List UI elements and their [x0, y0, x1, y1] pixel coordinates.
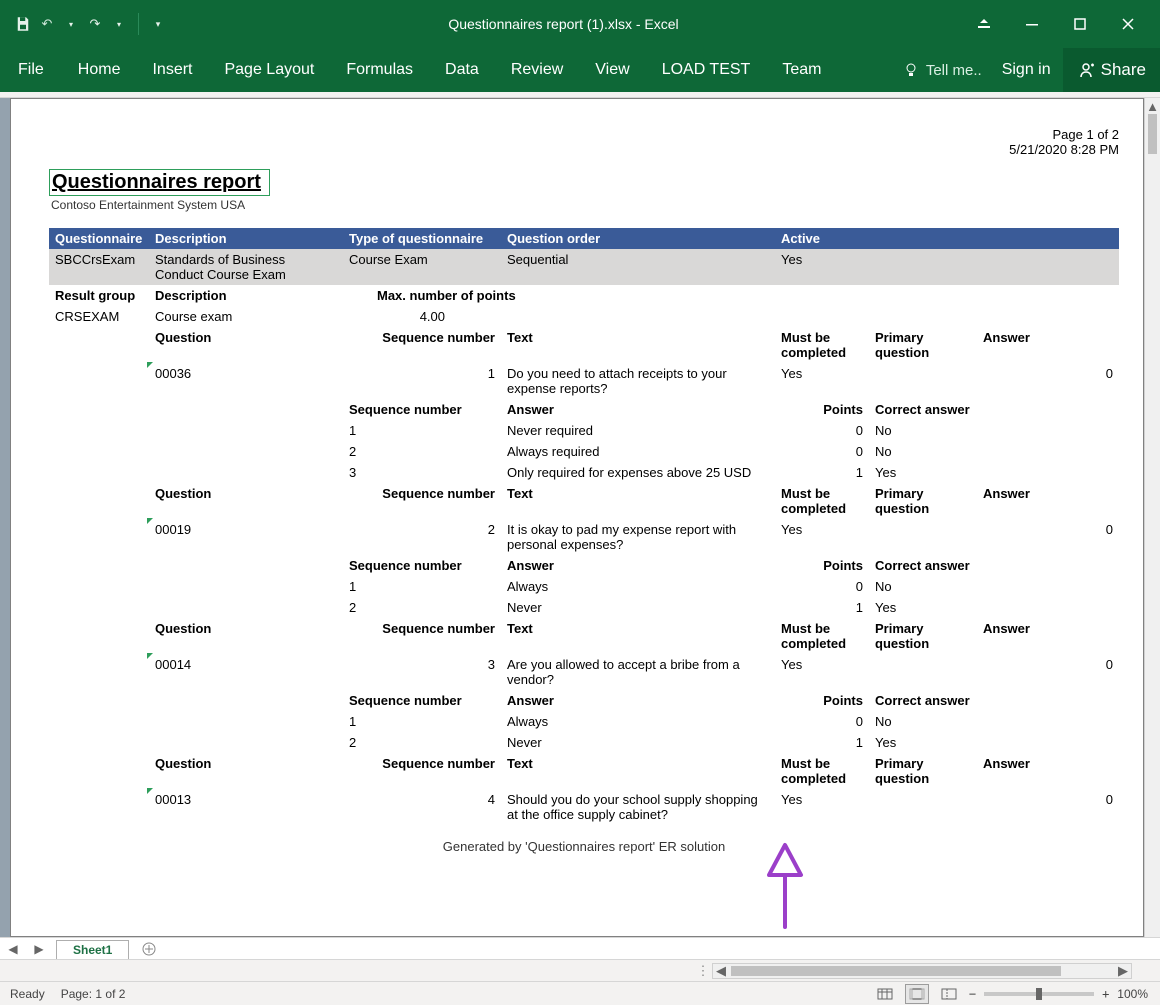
print-page: Page 1 of 2 5/21/2020 8:28 PM Questionna…	[11, 99, 1143, 864]
answer-row: 2Never 1Yes	[49, 597, 1119, 618]
scroll-left-icon[interactable]: ◀	[713, 963, 729, 979]
close-button[interactable]	[1104, 0, 1152, 48]
questionnaire-row: SBCCrsExam Standards of Business Conduct…	[49, 249, 1119, 285]
answer-header-row: Sequence numberAnswer PointsCorrect answ…	[49, 399, 1119, 420]
answer-header-row: Sequence numberAnswer PointsCorrect answ…	[49, 555, 1119, 576]
tab-team[interactable]: Team	[766, 48, 837, 92]
save-icon[interactable]	[14, 15, 32, 33]
share-button[interactable]: Share	[1063, 48, 1160, 92]
status-page: Page: 1 of 2	[61, 987, 126, 1001]
sheet-tab[interactable]: Sheet1	[56, 940, 129, 959]
question-header-row: QuestionSequence number TextMust be comp…	[49, 327, 1119, 363]
sheet-nav-prev[interactable]: ◀	[0, 938, 26, 960]
question-header-row: QuestionSequence number TextMust be comp…	[49, 618, 1119, 654]
tab-review[interactable]: Review	[495, 48, 579, 92]
report-title: Questionnaires report	[49, 169, 270, 196]
undo-icon[interactable]: ↶	[38, 15, 56, 33]
tab-load-test[interactable]: LOAD TEST	[646, 48, 767, 92]
question-row: 000192 It is okay to pad my expense repo…	[49, 519, 1119, 555]
zoom-in-button[interactable]: +	[1102, 987, 1109, 1001]
sheet-nav-next[interactable]: ▶	[26, 938, 52, 960]
report-table: Questionnaire Description Type of questi…	[49, 228, 1119, 825]
undo-more-icon[interactable]: ▾	[62, 15, 80, 33]
redo-more-icon[interactable]: ▾	[110, 15, 128, 33]
answer-row: 2Always required 0No	[49, 441, 1119, 462]
redo-icon[interactable]: ↷	[86, 15, 104, 33]
scrollbar-thumb[interactable]	[731, 966, 1061, 976]
page-number: Page 1 of 2	[49, 127, 1119, 142]
window-title: Questionnaires report (1).xlsx - Excel	[167, 16, 960, 32]
result-group-header: Result group Description Max. number of …	[49, 285, 1119, 306]
page-layout-view-button[interactable]	[905, 984, 929, 1004]
share-icon	[1077, 61, 1095, 79]
ribbon-options-icon[interactable]	[960, 0, 1008, 48]
question-row: 000143 Are you allowed to accept a bribe…	[49, 654, 1119, 690]
status-ready: Ready	[10, 987, 45, 1001]
answer-header-row: Sequence numberAnswer PointsCorrect answ…	[49, 690, 1119, 711]
tab-view[interactable]: View	[579, 48, 645, 92]
tab-file[interactable]: File	[0, 48, 62, 92]
minimize-button[interactable]	[1008, 0, 1056, 48]
tab-formulas[interactable]: Formulas	[330, 48, 429, 92]
page-datetime: 5/21/2020 8:28 PM	[49, 142, 1119, 157]
report-subtitle: Contoso Entertainment System USA	[51, 198, 1119, 212]
zoom-level[interactable]: 100%	[1117, 987, 1148, 1001]
tab-page-layout[interactable]: Page Layout	[208, 48, 330, 92]
answer-row: 3Only required for expenses above 25 USD…	[49, 462, 1119, 483]
table-header-row: Questionnaire Description Type of questi…	[49, 228, 1119, 249]
tab-data[interactable]: Data	[429, 48, 495, 92]
question-header-row: QuestionSequence number TextMust be comp…	[49, 483, 1119, 519]
page-viewport[interactable]: Page 1 of 2 5/21/2020 8:28 PM Questionna…	[10, 98, 1144, 937]
answer-row: 2Never 1Yes	[49, 732, 1119, 753]
sheet-tab-bar: ◀ ▶ Sheet1	[0, 937, 1160, 959]
question-row: 000361 Do you need to attach receipts to…	[49, 363, 1119, 399]
scrollbar-thumb[interactable]	[1148, 114, 1157, 154]
qat-dropdown-icon[interactable]: ▾	[149, 15, 167, 33]
horizontal-scroll-row: ⋮ ◀ ▶	[0, 959, 1160, 981]
vertical-scrollbar[interactable]: ▲	[1144, 98, 1160, 937]
result-group-row: CRSEXAM Course exam 4.00	[49, 306, 1119, 327]
generated-by-footer: Generated by 'Questionnaires report' ER …	[49, 839, 1119, 854]
lightbulb-icon	[902, 61, 920, 79]
status-bar: Ready Page: 1 of 2 − + 100%	[0, 981, 1160, 1005]
zoom-slider[interactable]	[984, 992, 1094, 996]
zoom-out-button[interactable]: −	[969, 987, 976, 1001]
question-header-row: QuestionSequence number TextMust be comp…	[49, 753, 1119, 789]
question-row: 000134 Should you do your school supply …	[49, 789, 1119, 825]
answer-row: 1Always 0No	[49, 711, 1119, 732]
scroll-up-icon[interactable]: ▲	[1145, 98, 1160, 114]
scroll-right-icon[interactable]: ▶	[1115, 963, 1131, 979]
tab-split-handle[interactable]: ⋮	[700, 963, 706, 979]
horizontal-scrollbar[interactable]: ◀ ▶	[712, 963, 1132, 979]
tab-insert[interactable]: Insert	[136, 48, 208, 92]
maximize-button[interactable]	[1056, 0, 1104, 48]
tab-home[interactable]: Home	[62, 48, 137, 92]
page-break-view-button[interactable]	[937, 984, 961, 1004]
answer-row: 1Never required 0No	[49, 420, 1119, 441]
new-sheet-button[interactable]	[137, 938, 161, 960]
sign-in-button[interactable]: Sign in	[990, 61, 1063, 79]
answer-row: 1Always 0No	[49, 576, 1119, 597]
tell-me-search[interactable]: Tell me..	[894, 61, 990, 79]
normal-view-button[interactable]	[873, 984, 897, 1004]
